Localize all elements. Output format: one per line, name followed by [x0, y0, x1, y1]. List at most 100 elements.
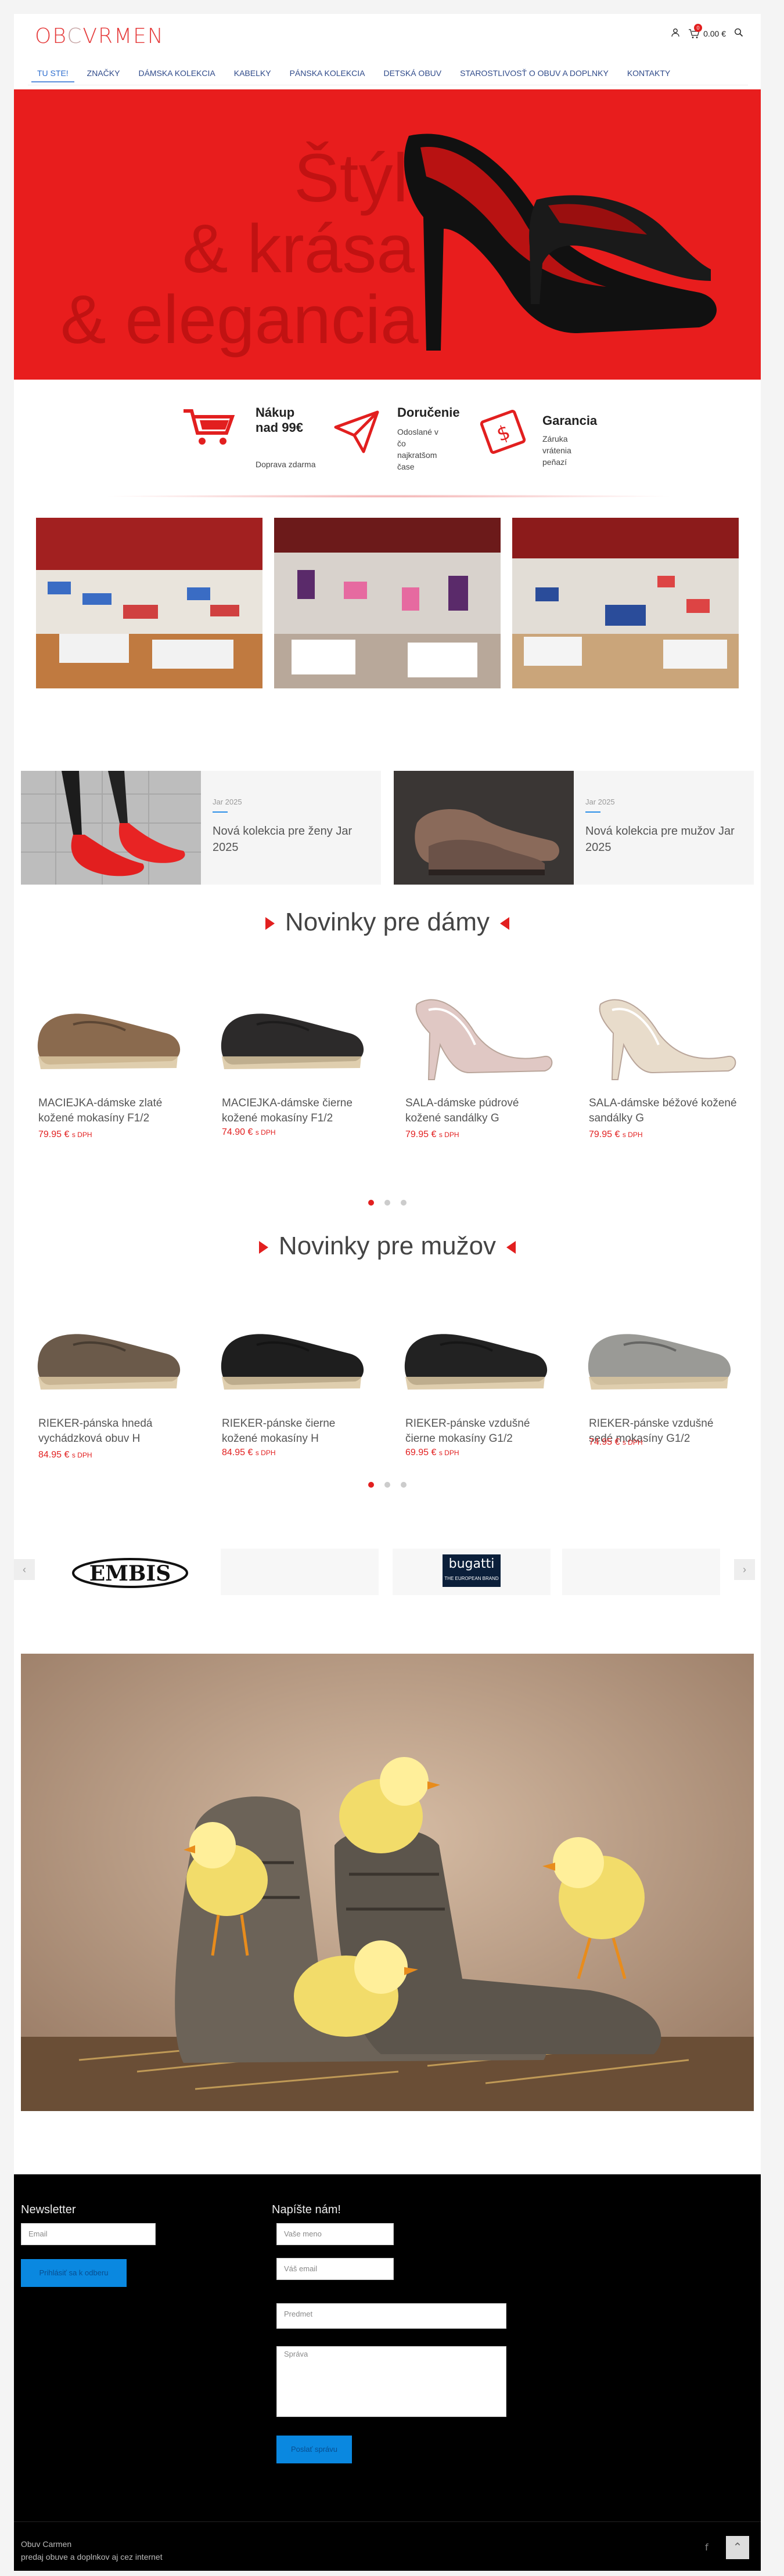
section-heading-men: Novinky pre mužov [14, 1232, 761, 1261]
feature-title: Doručenie [397, 405, 460, 420]
product-image[interactable] [21, 964, 195, 1091]
facebook-icon[interactable]: f [705, 2542, 709, 2553]
feature-title: Garancia [542, 413, 598, 428]
carousel-dots [14, 1480, 761, 1491]
email-input[interactable]: Váš email [276, 2258, 394, 2280]
product-card[interactable]: MACIEJKA-dámske zlaté kožené mokasíny F1… [21, 964, 195, 1184]
promo-image [21, 771, 201, 885]
company-name: Obuv Carmen [21, 2539, 72, 2549]
carousel-dot[interactable] [384, 1200, 390, 1206]
product-name[interactable]: SALA-dámske béžové kožené sandálky G [589, 1096, 740, 1126]
hero-banner[interactable]: Štýl & krása & elegancia [14, 89, 761, 380]
main-nav: Tu ste! Značky Dámska kolekcia Kabelky P… [28, 62, 748, 85]
carousel-next-button[interactable]: › [734, 1559, 755, 1580]
nav-women[interactable]: Dámska kolekcia [129, 62, 224, 85]
product-card[interactable]: RIEKER-pánske vzdušné čierne mokasíny G1… [388, 1284, 562, 1505]
product-image[interactable] [571, 1284, 746, 1412]
search-icon[interactable] [734, 28, 743, 39]
product-image[interactable] [388, 964, 562, 1091]
feature-title: Nákup nad 99€ [256, 405, 303, 435]
product-price: 74.90 € s DPH [222, 1127, 276, 1137]
bugatti-logo: bugatti THE EUROPEAN BRAND [443, 1554, 501, 1587]
store-photo[interactable] [274, 518, 501, 688]
paper-plane-icon [334, 410, 379, 453]
brand-logo-bugatti[interactable]: bugatti THE EUROPEAN BRAND [393, 1549, 551, 1595]
nav-care[interactable]: Starostlivosť o obuv a doplnky [451, 62, 618, 85]
carousel-dots [14, 1198, 761, 1208]
product-price: 84.95 € s DPH [38, 1450, 92, 1460]
product-price: 79.95 € s DPH [38, 1130, 92, 1139]
product-card[interactable]: RIEKER-pánske vzdušné sedé mokasíny G1/2… [571, 1284, 746, 1505]
product-card[interactable]: RIEKER-pánska hnedá vychádzková obuv H 84… [21, 1284, 195, 1505]
hero-line-3: & elegancia [60, 282, 419, 358]
header-icons: 0 0.00 € [671, 23, 743, 39]
subscribe-button[interactable]: Prihlásiť sa k odberu [21, 2259, 127, 2287]
newsletter-email-input[interactable]: Email [21, 2223, 156, 2245]
product-image[interactable] [388, 1284, 562, 1412]
promo-underline [213, 811, 228, 813]
newsletter-title: Newsletter [21, 2203, 76, 2216]
product-image[interactable] [21, 1284, 195, 1412]
carousel-dot[interactable] [401, 1200, 407, 1206]
promo-title[interactable]: Nová kolekcia pre mužov Jar 2025 [585, 823, 742, 856]
product-name[interactable]: MACIEJKA-dámske zlaté kožené mokasíny F1… [38, 1096, 189, 1126]
cart-count-badge: 0 [694, 23, 703, 32]
promo-men[interactable]: Jar 2025 Nová kolekcia pre mužov Jar 202… [394, 771, 754, 885]
message-textarea[interactable]: Správa [276, 2346, 506, 2417]
product-card[interactable]: SALA-dámske béžové kožené sandálky G 79.9… [571, 964, 746, 1184]
product-card[interactable]: SALA-dámske púdrové kožené sandálky G 79.… [388, 964, 562, 1184]
feature-delivery: Doručenie Odoslané v čo najkratšom čase [333, 397, 479, 484]
arrow-right-icon [265, 917, 275, 930]
logo[interactable]: OBCVRMEN [35, 24, 164, 48]
cart-button[interactable]: 0 0.00 € [688, 23, 726, 39]
store-photo[interactable] [36, 518, 262, 688]
subject-input[interactable]: Predmet [276, 2303, 506, 2329]
high-heel-shoe-image [404, 134, 717, 351]
nav-men[interactable]: Pánska kolekcia [280, 62, 375, 85]
brand-logo-empty[interactable] [221, 1549, 379, 1595]
carousel-dot[interactable] [384, 1482, 390, 1488]
carousel-dot[interactable] [401, 1482, 407, 1488]
nav-brands[interactable]: Značky [78, 62, 130, 85]
product-name[interactable]: MACIEJKA-dámske čierne kožené mokasíny F… [222, 1096, 373, 1126]
company-tagline: predaj obuve a doplnkov aj cez internet [21, 2552, 163, 2561]
product-image[interactable] [204, 964, 379, 1091]
arrow-right-icon [258, 1241, 268, 1254]
svg-text:$: $ [494, 420, 513, 446]
product-name[interactable]: SALA-dámske púdrové kožené sandálky G [405, 1096, 556, 1126]
user-icon[interactable] [671, 28, 680, 39]
nav-contacts[interactable]: Kontakty [618, 62, 679, 85]
arrow-left-icon [506, 1241, 516, 1254]
carousel-prev-button[interactable]: ‹ [14, 1559, 35, 1580]
product-name[interactable]: RIEKER-pánske vzdušné čierne mokasíny G1… [405, 1416, 556, 1446]
product-name[interactable]: RIEKER-pánska hnedá vychádzková obuv H [38, 1416, 189, 1446]
footer: Newsletter Email Prihlásiť sa k odberu N… [14, 2174, 761, 2571]
cart-icon [184, 409, 235, 445]
product-price: 74.95 € s DPH [589, 1437, 643, 1447]
product-card[interactable]: MACIEJKA-dámske čierne kožené mokasíny F… [204, 964, 379, 1184]
promo-title[interactable]: Nová kolekcia pre ženy Jar 2025 [213, 823, 369, 856]
nav-kids[interactable]: Detská obuv [375, 62, 451, 85]
brand-logo-embis[interactable]: EMBIS [51, 1549, 209, 1595]
promo-date: Jar 2025 [213, 798, 242, 806]
brand-logo-empty[interactable] [562, 1549, 720, 1595]
nav-handbags[interactable]: Kabelky [225, 62, 280, 85]
product-price: 84.95 € s DPH [222, 1448, 276, 1457]
product-card[interactable]: RIEKER-pánske čierne kožené mokasíny H 84… [204, 1284, 379, 1505]
product-image[interactable] [571, 964, 746, 1091]
carousel-dot[interactable] [368, 1482, 374, 1488]
contact-title: Napíšte nám! [272, 2203, 341, 2216]
send-message-button[interactable]: Poslať správu [276, 2436, 352, 2463]
nav-home[interactable]: Tu ste! [28, 62, 78, 85]
product-name[interactable]: RIEKER-pánske čierne kožené mokasíny H [222, 1416, 373, 1446]
feature-text: Odoslané v čo najkratšom čase [397, 427, 438, 471]
page: OBCVRMEN 0 0.00 € Tu ste! Značky Dámska … [14, 14, 761, 2571]
name-input[interactable]: Vaše meno [276, 2223, 394, 2245]
scroll-to-top-button[interactable]: ⌃ [726, 2536, 749, 2559]
product-image[interactable] [204, 1284, 379, 1412]
promo-image [394, 771, 574, 885]
promo-women[interactable]: Jar 2025 Nová kolekcia pre ženy Jar 2025 [21, 771, 381, 885]
carousel-dot[interactable] [368, 1200, 374, 1206]
product-price: 69.95 € s DPH [405, 1448, 459, 1457]
store-photo[interactable] [512, 518, 739, 688]
